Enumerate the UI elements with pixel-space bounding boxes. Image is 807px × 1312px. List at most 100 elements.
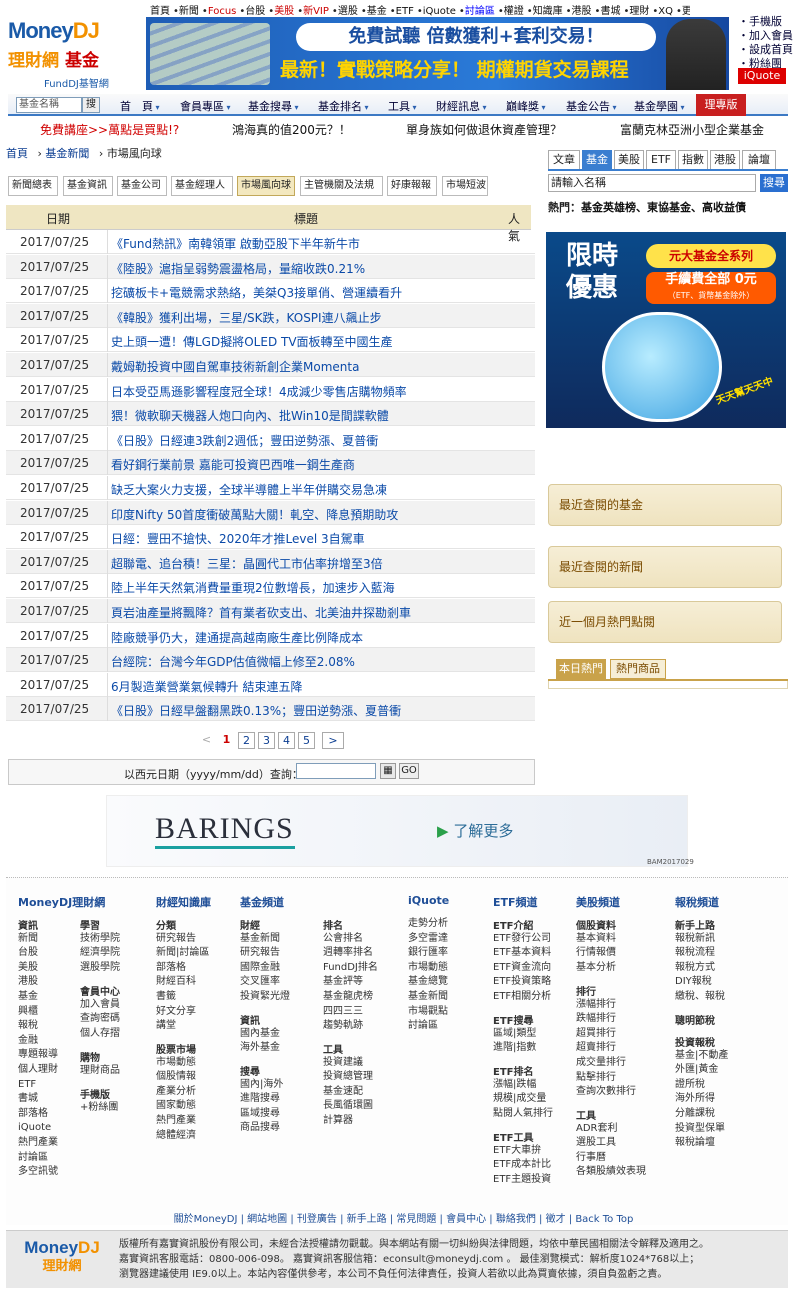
go-button[interactable]: GO [399, 763, 419, 779]
topnav-link[interactable]: 選股 [338, 6, 358, 16]
page-4[interactable]: 4 [278, 732, 295, 749]
topnav-link[interactable]: 更多 [682, 6, 690, 16]
row-title-link[interactable]: 陸廠競爭仍大，建通提高越南廠生產比例降成本 [111, 629, 363, 646]
topnav-link[interactable]: 基金 [367, 6, 387, 16]
footer-link[interactable]: 超買排行 [576, 1027, 636, 1042]
row-title-link[interactable]: 頁岩油產量將飄降？首有業者砍支出、北美油井探勘剎車 [111, 604, 411, 621]
footer-col-heading[interactable]: 財經知識庫 [156, 894, 211, 910]
topnav-link[interactable]: 新VIP [303, 6, 329, 16]
footer-col-heading[interactable]: 美股頻道 [576, 894, 620, 910]
footer-link[interactable]: 證所稅 [675, 1078, 728, 1093]
footer-link[interactable]: 分離課稅 [675, 1107, 728, 1122]
row-title-link[interactable]: 《韓股》獲利出場，三星/SK跌，KOSPI連八飆止步 [111, 309, 382, 326]
footer-link[interactable]: 市場動態 [156, 1056, 196, 1071]
footer-link[interactable]: 多空訊號 [18, 1165, 58, 1180]
row-title-link[interactable]: 日經：豐田不搶快、2020年才推Level 3自駕車 [111, 530, 365, 547]
footer-link[interactable]: 多空雷達 [408, 932, 448, 947]
footer-link[interactable]: 區域搜尋 [240, 1107, 283, 1122]
right-tab-6[interactable]: 論壇 [742, 150, 776, 170]
footer-link[interactable]: 趨勢軌跡 [323, 1019, 378, 1034]
page-3[interactable]: 3 [258, 732, 275, 749]
footer-link[interactable]: ETF主題投資 [493, 1173, 551, 1188]
footer-link[interactable]: 基金速配 [323, 1085, 373, 1100]
footer-link[interactable]: 書籤 [156, 990, 209, 1005]
footer-link[interactable]: 點閱人氣排行 [493, 1107, 553, 1122]
footer-link[interactable]: 漲幅|跌幅 [493, 1078, 553, 1093]
footer-link[interactable]: 行事曆 [576, 1151, 646, 1166]
topnav-link[interactable]: 港股 [572, 6, 592, 16]
bottom-link[interactable]: 關於MoneyDJ [174, 1214, 238, 1225]
footer-link[interactable]: 書城 [18, 1092, 58, 1107]
footer-link[interactable]: 區域|類型 [493, 1027, 536, 1042]
footer-link[interactable]: ETF基本資料 [493, 946, 551, 961]
page-1[interactable]: 1 [218, 732, 235, 749]
footer-link[interactable]: 國內基金 [240, 1027, 280, 1042]
footer-link[interactable]: ETF大車拚 [493, 1144, 551, 1159]
footer-link[interactable]: 國內|海外 [240, 1078, 283, 1093]
tab-0[interactable]: 新聞總表 [8, 176, 58, 196]
topnav-link[interactable]: 知識庫 [533, 6, 563, 16]
footer-link[interactable]: 熱門產業 [18, 1136, 58, 1151]
footer-col-heading[interactable]: 基金頻道 [240, 894, 284, 910]
footer-link[interactable]: 銀行匯率 [408, 946, 448, 961]
footer-link[interactable]: 基金|不動產 [675, 1049, 728, 1064]
row-title-link[interactable]: 史上頭一遭！傳LGD擬將OLED TV面板轉至中國生產 [111, 333, 393, 350]
topnav-link[interactable]: 權證 [504, 6, 524, 16]
footer-link[interactable]: 查詢次數排行 [576, 1085, 636, 1100]
right-tab-5[interactable]: 港股 [710, 150, 740, 170]
footer-link[interactable]: 四四三三 [323, 1005, 378, 1020]
footer-link[interactable]: 繳稅、報稅 [675, 990, 725, 1005]
footer-link[interactable]: 進階|指數 [493, 1041, 536, 1056]
mainnav-item[interactable]: 基金搜尋 [248, 98, 299, 114]
footer-link[interactable]: 漲幅排行 [576, 998, 636, 1013]
footer-link[interactable]: 個人理財 [18, 1063, 58, 1078]
moneydj-logo[interactable]: MoneyDJ 理財網 基金 FundDJ基智網 [8, 18, 142, 90]
footer-link[interactable]: 市場動態 [408, 961, 448, 976]
calendar-icon[interactable]: ▦ [380, 763, 396, 779]
footer-link[interactable]: 報稅新訊 [675, 932, 725, 947]
footer-link[interactable]: 交叉匯率 [240, 975, 290, 990]
quick-link[interactable]: ・手機版 [734, 15, 806, 29]
mainnav-item[interactable]: 巔峰獎 [506, 98, 546, 114]
bottom-link[interactable]: 聯絡我們 [496, 1214, 536, 1225]
recent-news-box[interactable]: 最近查閱的新聞 [548, 546, 782, 588]
footer-link[interactable]: 投資總管理 [323, 1070, 373, 1085]
date-input[interactable] [296, 763, 376, 779]
mainnav-item[interactable]: 會員專區 [180, 98, 231, 114]
footer-link[interactable]: 基金新聞 [240, 932, 290, 947]
footer-link[interactable]: 行情報價 [576, 946, 616, 961]
footer-link[interactable]: ETF成本計比 [493, 1158, 551, 1173]
footer-link[interactable]: 國際金融 [240, 961, 290, 976]
footer-link[interactable]: 長風循環圖 [323, 1099, 373, 1114]
monthly-popular-box[interactable]: 近一個月熱門點閱 [548, 601, 782, 643]
row-title-link[interactable]: 戴姆勒投資中國自駕車技術新創企業Momenta [111, 358, 359, 375]
page-2[interactable]: 2 [238, 732, 255, 749]
footer-link[interactable]: 基金 [18, 990, 58, 1005]
bottom-link[interactable]: Back To Top [575, 1214, 633, 1225]
footer-link[interactable]: 個股情報 [156, 1070, 196, 1085]
row-title-link[interactable]: 6月製造業營業氣候轉升 結束連五降 [111, 678, 302, 695]
row-title-link[interactable]: 日本受亞馬遜影響程度冠全球！4成減少零售店購物頻率 [111, 383, 407, 400]
hot-keyword-links[interactable]: 基金英雄榜、東協基金、高收益債 [581, 201, 746, 214]
footer-link[interactable]: 公會排名 [323, 932, 378, 947]
right-tab-4[interactable]: 指數 [678, 150, 708, 170]
footer-link[interactable]: 加入會員 [80, 998, 120, 1013]
bottom-link[interactable]: 徵才 [546, 1214, 566, 1225]
footer-link[interactable]: 市場觀點 [408, 1005, 448, 1020]
footer-link[interactable]: 經濟學院 [80, 946, 120, 961]
footer-link[interactable]: ETF資金流向 [493, 961, 551, 976]
footer-link[interactable]: 討論區 [408, 1019, 448, 1034]
promo-link[interactable]: 鴻海真的值200元？！ [232, 121, 351, 138]
row-title-link[interactable]: 《Fund熱訊》南韓領軍 啟動亞股下半年新牛市 [111, 235, 360, 252]
quick-link[interactable]: ・設成首頁 [734, 43, 806, 57]
footer-link[interactable]: 財經百科 [156, 975, 209, 990]
footer-link[interactable]: 報稅論壇 [675, 1136, 728, 1151]
bottom-link[interactable]: 新手上路 [347, 1214, 387, 1225]
footer-link[interactable]: 部落格 [156, 961, 209, 976]
barings-ad[interactable]: BARINGS ▶ 了解更多 BAM2017029 [106, 795, 694, 867]
tab-4[interactable]: 市場風向球 [237, 176, 295, 196]
footer-link[interactable]: FundDJ排名 [323, 961, 378, 976]
promo-link[interactable]: 免費講座>>萬點是買點!? [40, 121, 179, 138]
footer-link[interactable]: iQuote [18, 1121, 58, 1136]
footer-link[interactable]: 投資型保單 [675, 1122, 728, 1137]
